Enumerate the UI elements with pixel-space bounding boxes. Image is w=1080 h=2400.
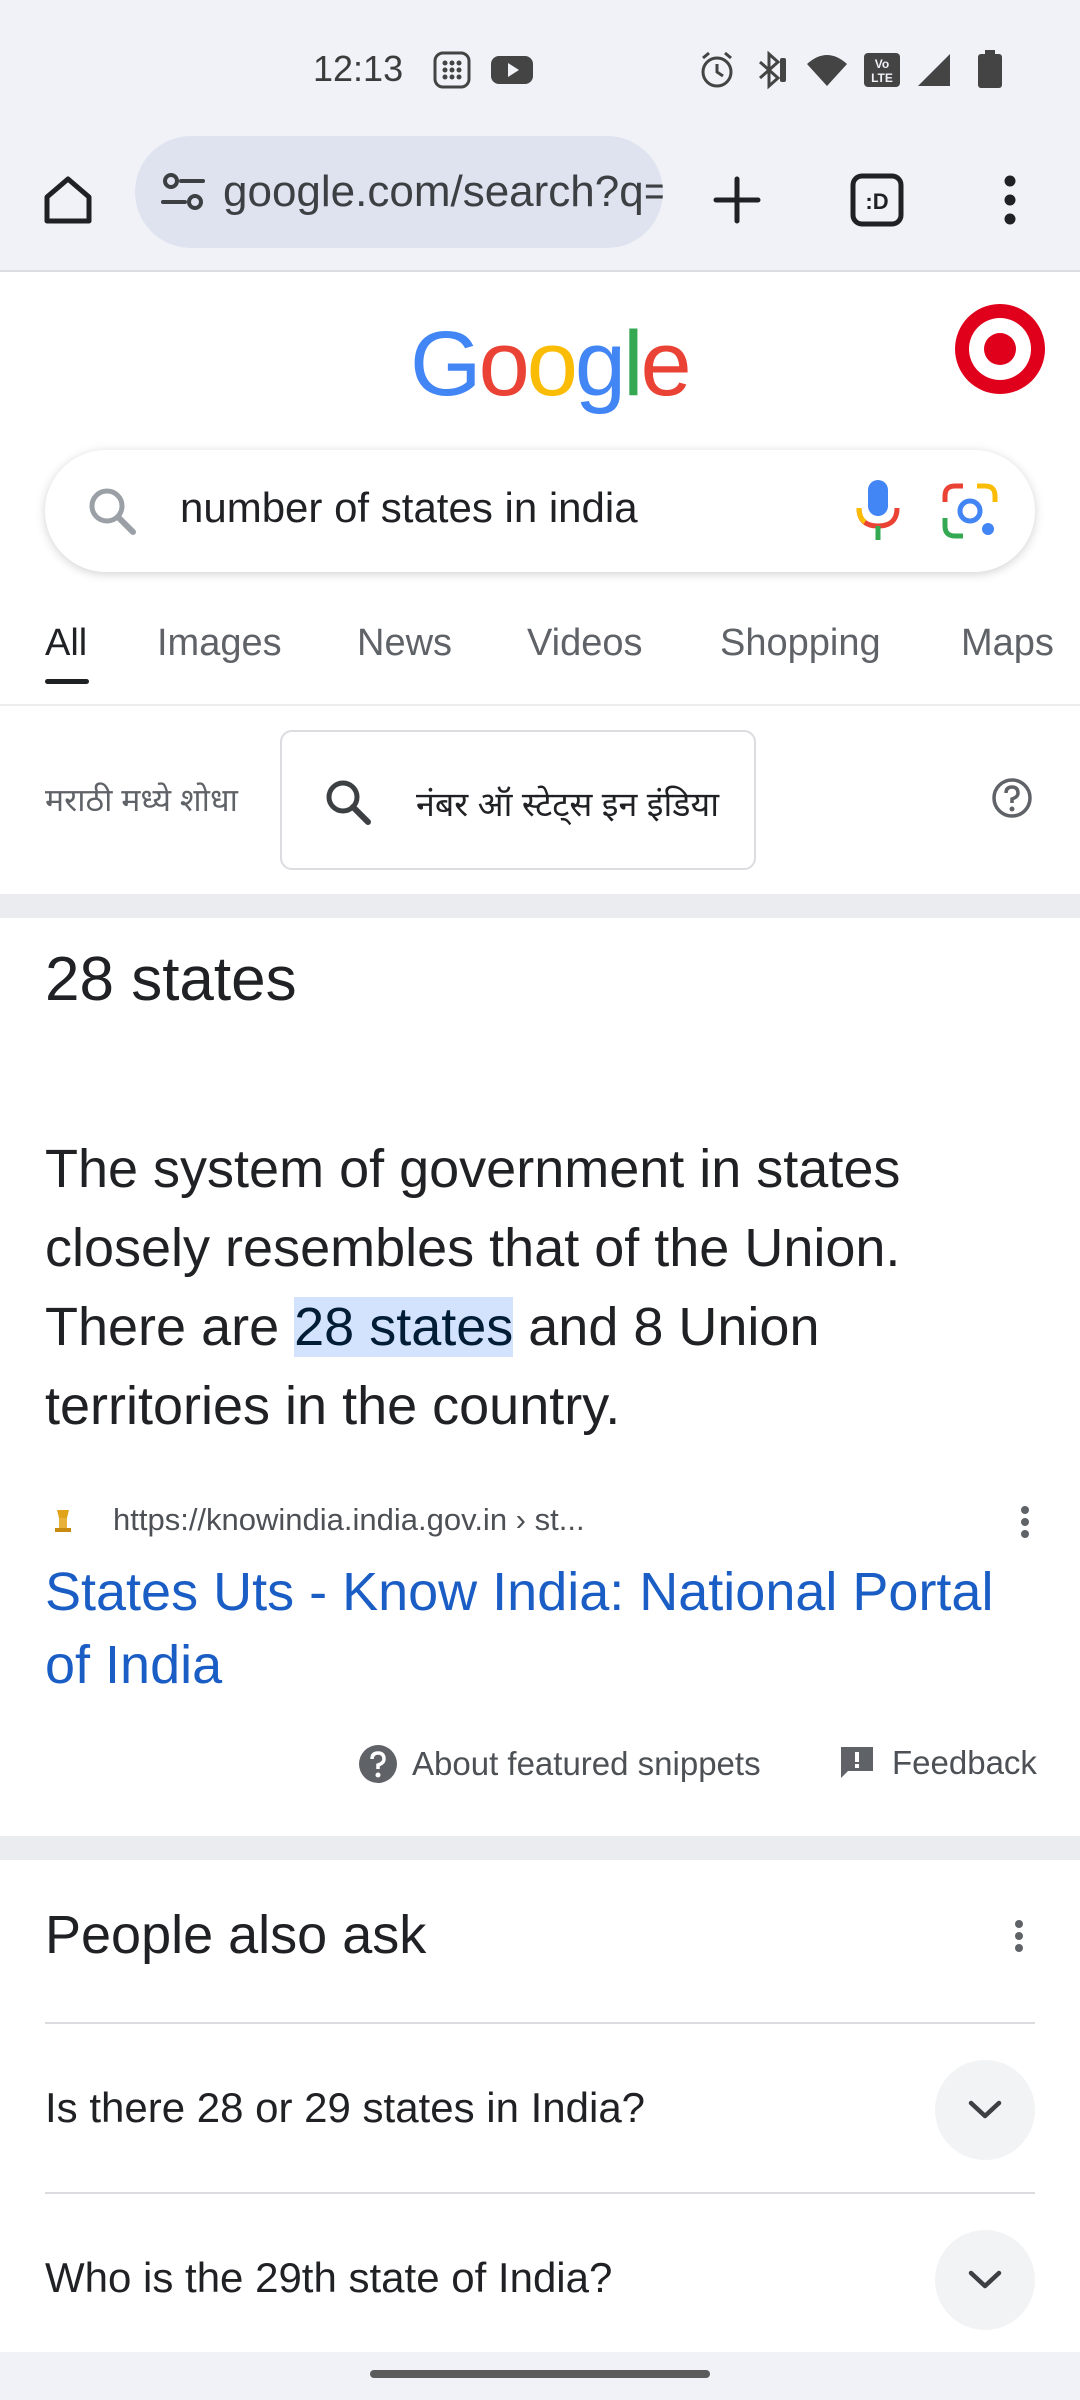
new-tab-button[interactable] [697,160,777,240]
chevron-down-icon [968,2270,1002,2289]
featured-answer: 28 states [45,945,297,1014]
target-doodle-icon[interactable] [955,304,1045,394]
snippet-meta-row: About featured snippets Feedback [0,1744,1080,1794]
status-bar: 12:13 Vo LTE [0,0,1080,132]
more-button[interactable] [970,160,1050,240]
volte-icon: Vo LTE [864,53,900,87]
feedback-link[interactable]: Feedback [838,1744,1037,1782]
more-icon [1004,175,1016,225]
logo-letter: o [478,313,530,415]
logo-letter: g [574,313,626,415]
search-box[interactable]: number of states in india [45,450,1035,572]
translate-label: मराठी मध्ये शोधा [45,782,238,818]
gesture-nav-bar [0,2352,1080,2400]
youtube-icon [491,56,533,84]
signal-icon [918,54,950,86]
tab-switcher-button[interactable]: :D [837,160,917,240]
feedback-label: Feedback [892,1744,1037,1781]
home-button[interactable] [28,160,108,240]
logo-letter: o [526,313,578,415]
tab-shopping[interactable]: Shopping [720,622,881,665]
tab-news[interactable]: News [357,622,452,665]
paa-question-text: Is there 28 or 29 states in India? [45,2084,646,2131]
url-text: google.com/search?q=number+of+states+in+… [223,167,663,216]
paa-question[interactable]: Is there 28 or 29 states in India? [45,2022,1035,2192]
bluetooth-icon [759,50,786,90]
search-query-text[interactable]: number of states in india [180,484,638,532]
source-url: https://knowindia.india.gov.in › st... [113,1502,585,1537]
battery-icon [978,50,1002,88]
svg-text:LTE: LTE [871,71,893,85]
wifi-icon [807,55,847,86]
google-logo[interactable]: Google [410,312,692,417]
new-tab-icon [713,176,761,224]
logo-letter: G [410,313,482,415]
about-snippets-label: About featured snippets [412,1745,761,1782]
search-tabs: All Images News Videos Shopping Maps [0,600,1080,706]
search-icon [326,780,371,825]
active-tab-indicator [45,679,89,684]
logo-letter: l [623,313,644,415]
tab-maps[interactable]: Maps [961,622,1054,665]
browser-toolbar: google.com/search?q=number+of+states+in+… [0,132,1080,272]
expand-button[interactable] [935,2060,1035,2160]
section-divider [0,1836,1080,1860]
tab-images[interactable]: Images [157,622,282,665]
translated-search-button[interactable]: नंबर ऑ स्टेट्स इन इंडिया [280,730,756,870]
svg-text::D: :D [865,189,888,214]
paa-options-icon[interactable] [999,1916,1039,1956]
logo-letter: e [640,313,692,415]
emblem-favicon-icon [46,1503,80,1537]
result-options-icon[interactable] [1005,1502,1045,1542]
voice-search-icon[interactable] [851,478,905,544]
calculator-icon [433,51,471,89]
home-gesture-handle[interactable] [370,2370,710,2378]
tab-videos[interactable]: Videos [527,622,643,665]
help-icon [359,1745,397,1783]
expand-button[interactable] [935,2230,1035,2330]
result-title-link[interactable]: States Uts - Know India: National Portal… [45,1556,1045,1702]
translate-search-row: मराठी मध्ये शोधा नंबर ऑ स्टेट्स इन इंडिय… [0,708,1080,894]
home-icon [44,176,92,224]
url-bar[interactable]: google.com/search?q=number+of+states+in+… [135,136,663,248]
paa-question[interactable]: Who is the 29th state of India? [45,2192,1035,2362]
translated-query: नंबर ऑ स्टेट्स इन इंडिया [416,786,720,824]
status-time: 12:13 [313,48,404,89]
paa-question-text: Who is the 29th state of India? [45,2254,613,2301]
people-also-ask-title: People also ask [45,1905,427,1965]
snippet-highlight: 28 states [294,1297,514,1357]
site-settings-icon[interactable] [157,166,209,218]
svg-text:Vo: Vo [875,57,889,71]
help-icon[interactable] [990,776,1034,820]
chevron-down-icon [968,2100,1002,2119]
search-icon [89,488,136,535]
snippet-text: The system of government in states close… [45,1130,1035,1446]
feedback-icon [841,1747,873,1778]
result-source[interactable]: https://knowindia.india.gov.in › st... [45,1498,1035,1542]
tab-switcher-icon: :D [850,173,904,227]
section-divider [0,894,1080,918]
about-snippets-link[interactable]: About featured snippets [358,1744,761,1784]
alarm-icon [701,51,733,88]
google-lens-icon[interactable] [941,482,999,540]
tab-all[interactable]: All [45,622,87,665]
